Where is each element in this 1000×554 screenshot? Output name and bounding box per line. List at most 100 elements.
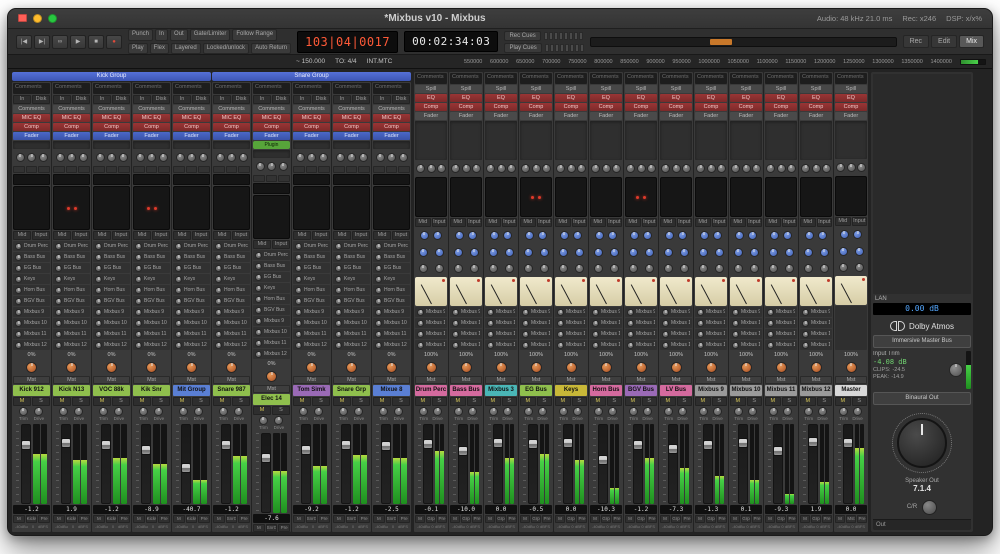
master-send-knob[interactable]: [66, 362, 77, 373]
fader-track[interactable]: [668, 424, 678, 504]
fader-track[interactable]: [493, 424, 503, 504]
input-select-button[interactable]: Input: [32, 231, 50, 240]
send-row[interactable]: Bass Bus: [133, 252, 170, 262]
solo-button[interactable]: S: [711, 397, 727, 406]
send-knob[interactable]: [55, 341, 62, 349]
knob[interactable]: [15, 153, 25, 162]
send-knob[interactable]: [802, 330, 809, 338]
eq-header[interactable]: MIC EQ: [213, 114, 250, 122]
master-assign-button[interactable]: Mst: [373, 376, 410, 384]
knob[interactable]: [626, 164, 636, 173]
input-select-button[interactable]: Input: [112, 231, 130, 240]
send-knob[interactable]: [375, 330, 382, 338]
comments-box[interactable]: Comments: [253, 83, 290, 94]
send-knob[interactable]: [215, 341, 222, 349]
input-select-button[interactable]: Input: [72, 231, 90, 240]
fader-header[interactable]: Fader: [590, 112, 622, 120]
send-knob[interactable]: [335, 242, 342, 250]
primary-clock[interactable]: 103|04|0017: [297, 30, 399, 53]
gain-readout[interactable]: 0.0: [485, 505, 517, 514]
mute-button[interactable]: M: [730, 397, 746, 406]
send-row[interactable]: Keys: [173, 274, 210, 284]
fader-header[interactable]: Fader: [835, 112, 867, 120]
comp-header[interactable]: Comp: [800, 103, 832, 111]
pre-button[interactable]: Pre: [787, 515, 797, 523]
master-assign-button[interactable]: Mst: [13, 376, 50, 384]
send-knob[interactable]: [95, 330, 102, 338]
send-knob[interactable]: [95, 242, 102, 250]
send-knob[interactable]: [295, 297, 302, 305]
tiny-button[interactable]: [25, 166, 38, 173]
mute-button[interactable]: M: [213, 397, 231, 406]
pre-button[interactable]: Pre: [647, 515, 657, 523]
knob[interactable]: [786, 164, 796, 173]
eq-header[interactable]: MIC EQ: [253, 114, 290, 122]
spill-button[interactable]: Spill: [520, 85, 552, 93]
comments-button[interactable]: Comments: [133, 105, 170, 113]
input-monitor-button[interactable]: In: [253, 95, 271, 104]
send-row[interactable]: Horn Bus: [13, 285, 50, 295]
knob[interactable]: [836, 163, 846, 172]
mute-button[interactable]: M: [373, 397, 391, 406]
input-monitor-button[interactable]: In: [93, 95, 111, 104]
metering-button[interactable]: M: [13, 515, 25, 523]
group-button[interactable]: Grp: [531, 515, 541, 523]
knob[interactable]: [375, 153, 385, 162]
gain-readout[interactable]: -10.0: [450, 505, 482, 514]
send-row[interactable]: BGV Bus: [133, 296, 170, 306]
toolbar-button[interactable]: Layered: [171, 42, 201, 54]
comments-button[interactable]: Comments: [53, 105, 90, 113]
master-assign-button[interactable]: Mst: [625, 376, 657, 384]
send-row[interactable]: Mixbus 11: [133, 329, 170, 339]
send-knob[interactable]: [255, 273, 262, 281]
fader-handle[interactable]: [843, 438, 853, 449]
master-send-knob[interactable]: [565, 362, 577, 373]
drive-knob[interactable]: [678, 407, 688, 416]
knob[interactable]: [67, 153, 76, 162]
send-knob[interactable]: [215, 308, 222, 316]
comp-header[interactable]: Comp: [450, 103, 482, 111]
master-assign-button[interactable]: Mst: [173, 376, 210, 384]
eq-knob[interactable]: [644, 263, 654, 273]
send-knob[interactable]: [295, 308, 302, 316]
fader-track[interactable]: [423, 424, 433, 504]
master-send-knob[interactable]: [146, 362, 157, 373]
send-row[interactable]: Mixbus 12: [13, 340, 50, 350]
master-send-knob[interactable]: [346, 362, 357, 373]
send-knob[interactable]: [697, 319, 704, 327]
pre-button[interactable]: Pre: [577, 515, 587, 523]
solo-button[interactable]: S: [641, 397, 657, 406]
eq-knob[interactable]: [574, 247, 584, 257]
metering-button[interactable]: M: [835, 515, 845, 523]
send-row[interactable]: Mixbus 11: [373, 329, 410, 339]
lp-filter-knob[interactable]: [713, 231, 723, 240]
group-button[interactable]: Grp: [461, 515, 471, 523]
master-assign-button[interactable]: Mst: [835, 376, 867, 384]
master-send-knob[interactable]: [775, 362, 787, 373]
master-assign-button[interactable]: Mst: [520, 376, 552, 384]
hp-filter-knob[interactable]: [664, 231, 674, 240]
hp-filter-knob[interactable]: [839, 230, 849, 239]
group-button[interactable]: SnrGr: [265, 524, 278, 532]
knob[interactable]: [811, 164, 821, 173]
send-row[interactable]: Bass Bus: [373, 252, 410, 262]
comp-header[interactable]: Comp: [415, 103, 447, 111]
send-row[interactable]: Mixbus 9: [800, 307, 832, 317]
send-row[interactable]: Mixbus 11: [625, 329, 657, 339]
send-knob[interactable]: [55, 308, 62, 316]
mute-button[interactable]: M: [660, 397, 676, 406]
pre-button[interactable]: Pre: [507, 515, 517, 523]
send-row[interactable]: Mixbus 11: [415, 329, 447, 339]
solo-button[interactable]: S: [32, 397, 50, 406]
send-row[interactable]: Mixbus 12: [253, 349, 290, 359]
knob[interactable]: [776, 164, 786, 173]
eq-knob[interactable]: [453, 247, 463, 257]
metering-button[interactable]: M: [520, 515, 530, 523]
zoom-button[interactable]: [48, 14, 57, 23]
trim-knob[interactable]: [298, 407, 308, 416]
send-knob[interactable]: [135, 264, 142, 272]
send-knob[interactable]: [55, 275, 62, 283]
strip-name[interactable]: EG Bus: [520, 385, 552, 396]
strip-name[interactable]: Drum Perc: [415, 385, 447, 396]
gain-readout[interactable]: -7.3: [660, 505, 692, 514]
